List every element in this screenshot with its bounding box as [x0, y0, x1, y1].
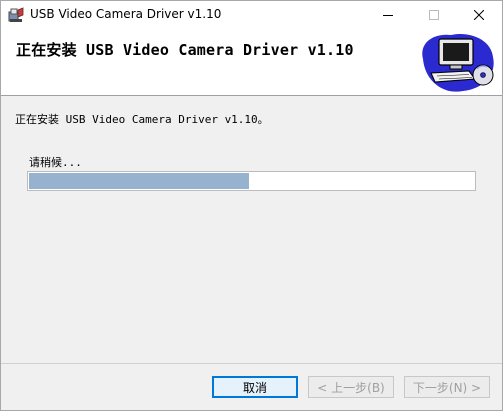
header-banner: 正在安装 USB Video Camera Driver v1.10	[1, 29, 502, 96]
title-bar[interactable]: USB Video Camera Driver v1.10	[1, 1, 502, 29]
computer-cd-icon	[422, 33, 494, 92]
install-progress-bar	[27, 171, 476, 191]
close-icon	[474, 10, 484, 20]
please-wait-label: 请稍候...	[29, 156, 82, 169]
window-title: USB Video Camera Driver v1.10	[30, 7, 222, 21]
install-status-text: 正在安装 USB Video Camera Driver v1.10。	[15, 113, 269, 126]
close-button[interactable]	[456, 1, 502, 29]
back-button[interactable]: < 上一步(B)	[308, 376, 394, 398]
installer-icon	[8, 7, 24, 22]
maximize-button[interactable]	[411, 1, 457, 29]
footer-divider	[1, 363, 502, 364]
maximize-icon	[429, 10, 439, 20]
minimize-button[interactable]	[365, 1, 411, 29]
installer-window: USB Video Camera Driver v1.10 正在安装 USB V…	[0, 0, 503, 411]
cancel-button[interactable]: 取消	[212, 376, 298, 398]
minimize-icon	[383, 15, 393, 16]
progress-fill	[29, 173, 249, 189]
header-title: 正在安装 USB Video Camera Driver v1.10	[16, 41, 354, 59]
next-button[interactable]: 下一步(N) >	[404, 376, 490, 398]
